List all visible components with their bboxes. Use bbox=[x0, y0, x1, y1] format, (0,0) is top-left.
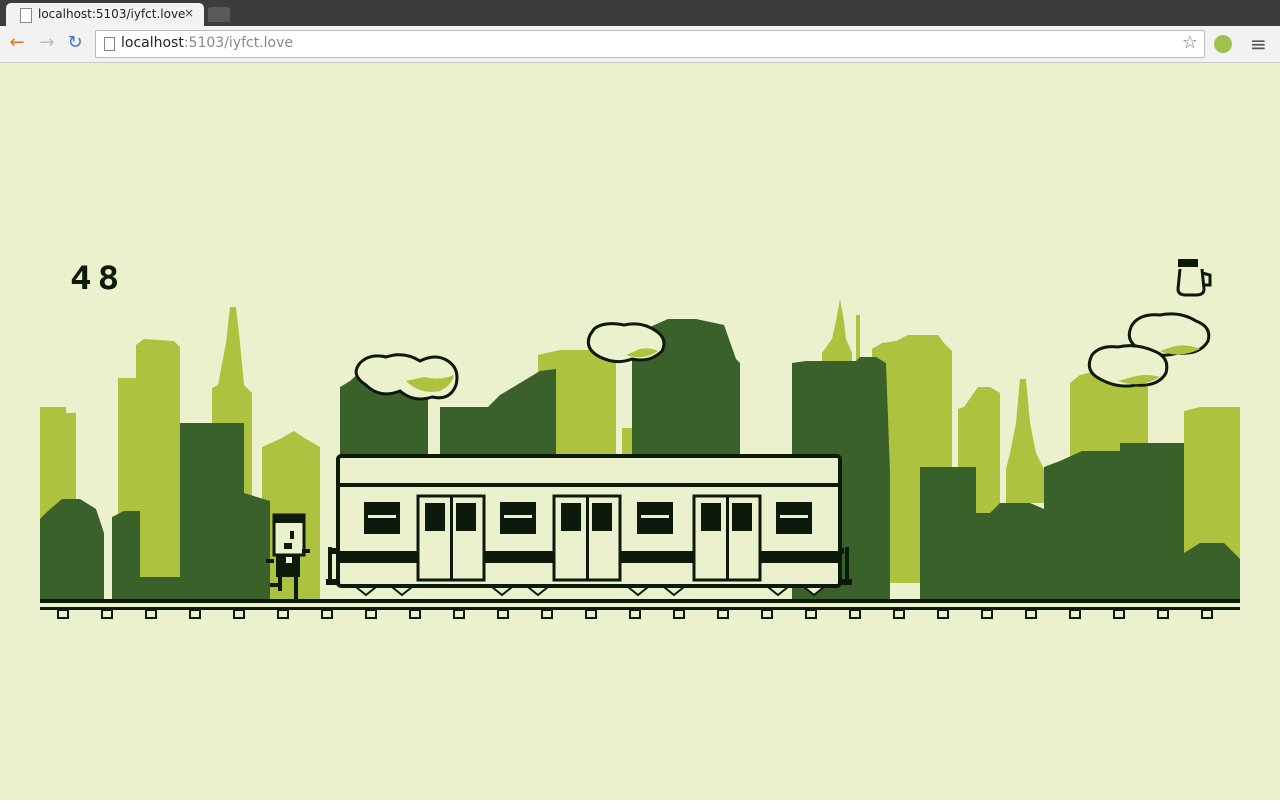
railway-sleeper bbox=[849, 609, 861, 619]
railway-sleeper bbox=[497, 609, 509, 619]
railway-sleeper bbox=[189, 609, 201, 619]
railway-sleeper bbox=[1201, 609, 1213, 619]
score-counter: 48 bbox=[70, 260, 126, 297]
railway-sleeper bbox=[1069, 609, 1081, 619]
railway-sleepers bbox=[57, 609, 1213, 619]
railway-sleeper bbox=[145, 609, 157, 619]
railway-sleeper bbox=[541, 609, 553, 619]
browser-tab[interactable]: localhost:5103/iyfct.love × bbox=[6, 3, 204, 26]
coffee-pot-icon bbox=[1176, 259, 1212, 297]
train bbox=[326, 454, 852, 597]
new-tab-button[interactable] bbox=[208, 7, 230, 22]
railway-sleeper bbox=[805, 609, 817, 619]
railway-sleeper bbox=[717, 609, 729, 619]
url-host: localhost bbox=[121, 35, 184, 51]
page-icon bbox=[104, 37, 115, 51]
url-text[interactable]: localhost:5103/iyfct.love bbox=[121, 35, 293, 51]
railway-sleeper bbox=[453, 609, 465, 619]
star-icon[interactable]: ☆ bbox=[1182, 32, 1198, 53]
railway-sleeper bbox=[57, 609, 69, 619]
cloud bbox=[586, 322, 666, 364]
railway-sleeper bbox=[585, 609, 597, 619]
railway-sleeper bbox=[937, 609, 949, 619]
railway-sleeper bbox=[629, 609, 641, 619]
back-icon[interactable]: ← bbox=[6, 32, 28, 54]
extension-icon[interactable] bbox=[1214, 35, 1232, 53]
page-icon bbox=[20, 8, 32, 23]
address-bar[interactable]: localhost:5103/iyfct.love ☆ bbox=[95, 30, 1205, 58]
url-path: :5103/iyfct.love bbox=[183, 35, 293, 51]
railway-sleeper bbox=[101, 609, 113, 619]
reload-icon[interactable]: ↻ bbox=[64, 32, 86, 54]
railway-sleeper bbox=[1157, 609, 1169, 619]
game-scene bbox=[40, 259, 1240, 619]
railway-sleeper bbox=[981, 609, 993, 619]
railway-sleeper bbox=[277, 609, 289, 619]
railway-sleeper bbox=[673, 609, 685, 619]
railway-sleeper bbox=[365, 609, 377, 619]
browser-toolbar: ← → ↻ localhost:5103/iyfct.love ☆ ≡ bbox=[0, 26, 1280, 63]
menu-icon[interactable]: ≡ bbox=[1250, 32, 1267, 56]
railway-sleeper bbox=[1113, 609, 1125, 619]
tab-title: localhost:5103/iyfct.love bbox=[38, 7, 186, 21]
tab-bar: localhost:5103/iyfct.love × bbox=[0, 0, 1280, 26]
cloud bbox=[1087, 344, 1169, 388]
railway-sleeper bbox=[1025, 609, 1037, 619]
forward-icon[interactable]: → bbox=[36, 32, 58, 54]
railway-sleeper bbox=[233, 609, 245, 619]
railway-sleeper bbox=[409, 609, 421, 619]
close-tab-icon[interactable]: × bbox=[184, 6, 194, 20]
railway-sleeper bbox=[321, 609, 333, 619]
game-canvas[interactable]: 48 bbox=[0, 63, 1280, 800]
railway-sleeper bbox=[893, 609, 905, 619]
railway-sleeper bbox=[761, 609, 773, 619]
railway-track bbox=[40, 599, 1240, 610]
